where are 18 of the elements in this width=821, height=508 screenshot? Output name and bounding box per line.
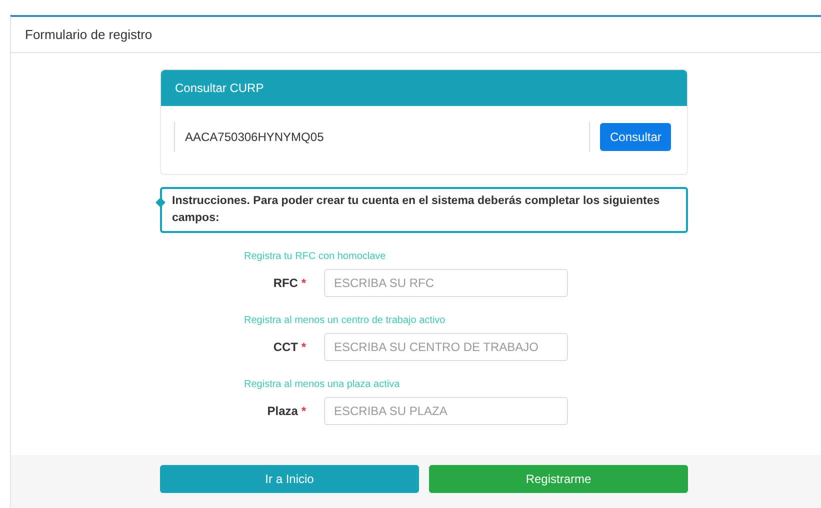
- text-field[interactable]: ESCRIBA SU PLAZA: [324, 397, 568, 425]
- consult-button[interactable]: Consultar: [600, 123, 672, 151]
- field-label: RFC: [273, 276, 298, 290]
- field-label: Plaza: [267, 404, 298, 418]
- instructions-text: Instrucciones. Para poder crear tu cuenta en el sistema deberás completar los siguientes campos:: [172, 195, 660, 224]
- text-field[interactable]: ESCRIBA SU CENTRO DE TRABAJO: [324, 333, 568, 361]
- panel-title: Formulario de registro: [25, 26, 152, 44]
- register-button[interactable]: Registrarme: [429, 465, 688, 493]
- field-hint: Registra al menos un centro de trabajo activo: [244, 314, 446, 328]
- home-button[interactable]: Ir a Inicio: [160, 465, 419, 493]
- field-hint: Registra tu RFC con homoclave: [244, 250, 387, 264]
- text-field[interactable]: ESCRIBA SU RFC: [324, 269, 568, 297]
- required-mark: *: [301, 404, 306, 418]
- field-hint: Registra al menos una plaza activa: [244, 378, 401, 392]
- required-mark: *: [301, 276, 306, 290]
- field-label: CCT: [273, 340, 298, 354]
- card-title: Consultar CURP: [175, 80, 264, 97]
- required-mark: *: [301, 340, 306, 354]
